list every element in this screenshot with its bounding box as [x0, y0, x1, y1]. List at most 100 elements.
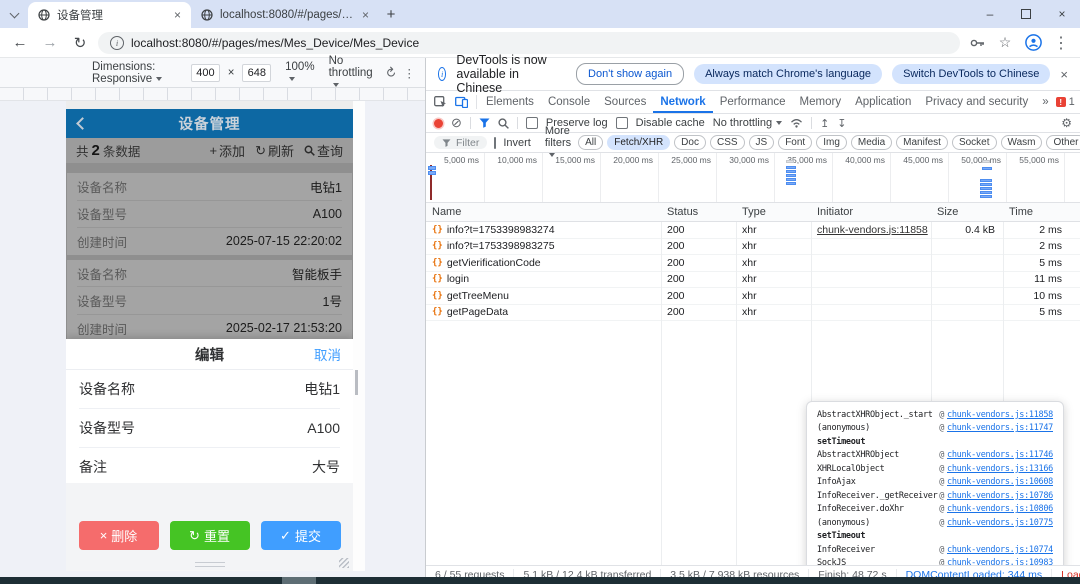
minimize-button[interactable]: –: [972, 0, 1008, 28]
issues-badge[interactable]: !1: [1056, 96, 1075, 108]
column-header-initiator[interactable]: Initiator: [811, 206, 931, 218]
type-pill-fetch-xhr[interactable]: Fetch/XHR: [607, 135, 670, 150]
device-card[interactable]: 设备名称智能板手设备型号1号创建时间2025-02-17 21:53:20: [67, 260, 352, 342]
back-chevron-icon[interactable]: [76, 117, 89, 130]
stack-source-link[interactable]: chunk-vendors.js:10774: [947, 545, 1053, 555]
list-action-plus[interactable]: +添加: [209, 141, 245, 160]
type-pill-media[interactable]: Media: [851, 135, 892, 150]
cancel-button[interactable]: 取消: [314, 344, 341, 364]
type-pill-wasm[interactable]: Wasm: [1001, 135, 1043, 150]
reload-button[interactable]: ↻: [68, 34, 92, 52]
devtools-tab-sources[interactable]: Sources: [597, 91, 653, 113]
column-header-name[interactable]: Name: [426, 206, 661, 218]
form-field[interactable]: 设备名称电钻1: [79, 370, 340, 409]
filter-funnel-icon[interactable]: [479, 118, 490, 128]
devtools-tab-network[interactable]: Network: [653, 91, 712, 113]
back-button[interactable]: ←: [8, 34, 32, 51]
sheet-button-提交[interactable]: ✓提交: [261, 521, 341, 550]
profile-avatar[interactable]: [1022, 34, 1044, 51]
network-throttling-select[interactable]: No throttling: [713, 117, 782, 129]
tab-search-button[interactable]: [0, 0, 28, 28]
devtools-tab-elements[interactable]: Elements: [479, 91, 541, 113]
type-pill-socket[interactable]: Socket: [952, 135, 997, 150]
network-settings-gear-icon[interactable]: ⚙: [1061, 116, 1072, 130]
table-row[interactable]: {}getVierificationCode200xhr5 ms: [426, 255, 1080, 272]
tab-close-icon[interactable]: ×: [360, 8, 371, 22]
banner-close-icon[interactable]: ×: [1060, 67, 1068, 82]
export-har-icon[interactable]: ↧: [837, 117, 846, 130]
form-field[interactable]: 备注大号: [79, 448, 340, 487]
browser-menu-icon[interactable]: ⋮: [1050, 33, 1072, 53]
device-toolbar-menu-icon[interactable]: ⋮: [404, 66, 416, 80]
bookmark-star-icon[interactable]: ☆: [994, 34, 1016, 51]
site-info-icon[interactable]: i: [110, 36, 124, 50]
search-icon[interactable]: [498, 118, 509, 129]
devtools-tab-memory[interactable]: Memory: [793, 91, 849, 113]
table-row[interactable]: {}getTreeMenu200xhr10 ms: [426, 288, 1080, 305]
network-conditions-icon[interactable]: [790, 118, 803, 128]
dont-show-again-button[interactable]: Don't show again: [576, 63, 684, 85]
more-tabs-button[interactable]: »: [1035, 91, 1055, 113]
horizontal-scrollbar-thumb[interactable]: [282, 577, 316, 584]
initiator-link[interactable]: chunk-vendors.js:11858: [817, 224, 928, 236]
filter-input[interactable]: Filter: [434, 136, 487, 149]
stack-source-link[interactable]: chunk-vendors.js:11746: [947, 450, 1053, 460]
stack-source-link[interactable]: chunk-vendors.js:11858: [947, 410, 1053, 420]
type-pill-js[interactable]: JS: [749, 135, 775, 150]
throttling-select[interactable]: No throttling: [329, 55, 377, 91]
stack-source-link[interactable]: chunk-vendors.js:13166: [947, 464, 1053, 474]
stack-source-link[interactable]: chunk-vendors.js:10775: [947, 518, 1053, 528]
list-action-refresh[interactable]: ↻刷新: [255, 141, 294, 160]
column-header-type[interactable]: Type: [736, 206, 811, 218]
sheet-button-重置[interactable]: ↻重置: [170, 521, 250, 550]
type-pill-img[interactable]: Img: [816, 135, 847, 150]
switch-to-chinese-button[interactable]: Switch DevTools to Chinese: [892, 64, 1050, 84]
resize-handle-icon[interactable]: [339, 558, 349, 568]
devtools-tab-application[interactable]: Application: [848, 91, 918, 113]
column-header-size[interactable]: Size: [931, 206, 1003, 218]
clear-button[interactable]: ⊘: [451, 115, 462, 131]
type-pill-all[interactable]: All: [578, 135, 603, 150]
stack-source-link[interactable]: chunk-vendors.js:10786: [947, 491, 1053, 501]
device-toolbar-toggle-icon[interactable]: [455, 96, 468, 108]
match-language-button[interactable]: Always match Chrome's language: [694, 64, 882, 84]
tab-close-icon[interactable]: ×: [172, 8, 183, 22]
restore-button[interactable]: [1008, 0, 1044, 28]
preserve-log-checkbox[interactable]: [526, 117, 538, 129]
stack-source-link[interactable]: chunk-vendors.js:10806: [947, 504, 1053, 514]
type-pill-css[interactable]: CSS: [710, 135, 745, 150]
network-overview-timeline[interactable]: 5,000 ms10,000 ms15,000 ms20,000 ms25,00…: [426, 153, 1080, 203]
password-key-icon[interactable]: [966, 38, 988, 48]
close-window-button[interactable]: ×: [1044, 0, 1080, 28]
column-header-status[interactable]: Status: [661, 206, 736, 218]
inspect-icon[interactable]: [434, 96, 447, 108]
column-header-time[interactable]: Time: [1003, 206, 1080, 218]
list-action-search[interactable]: 查询: [304, 141, 343, 160]
type-pill-manifest[interactable]: Manifest: [896, 135, 948, 150]
type-pill-doc[interactable]: Doc: [674, 135, 706, 150]
table-row[interactable]: {}info?t=1753398983275200xhr2 ms: [426, 239, 1080, 256]
devtools-tab-performance[interactable]: Performance: [713, 91, 793, 113]
dimensions-select[interactable]: Dimensions: Responsive: [92, 61, 183, 85]
type-pill-other[interactable]: Other: [1046, 135, 1080, 150]
form-field[interactable]: 设备型号A100: [79, 409, 340, 448]
zoom-select[interactable]: 100%: [285, 61, 314, 85]
width-input[interactable]: 400: [191, 64, 220, 82]
new-tab-button[interactable]: +: [379, 2, 403, 26]
type-pill-font[interactable]: Font: [778, 135, 812, 150]
height-input[interactable]: 648: [242, 64, 271, 82]
device-card[interactable]: 设备名称电钻1设备型号A100创建时间2025-07-15 22:20:02: [67, 173, 352, 255]
viewport-scrollbar-thumb[interactable]: [355, 370, 358, 395]
sheet-button-删除[interactable]: ×删除: [79, 521, 159, 550]
table-row[interactable]: {}info?t=1753398983274200xhrchunk-vendor…: [426, 222, 1080, 239]
devtools-tab-console[interactable]: Console: [541, 91, 597, 113]
devtools-tab-privacy-and-security[interactable]: Privacy and security: [918, 91, 1035, 113]
stack-source-link[interactable]: chunk-vendors.js:10983: [947, 558, 1053, 565]
disable-cache-checkbox[interactable]: [616, 117, 628, 129]
browser-tab-1[interactable]: localhost:8080/#/pages/men×: [191, 2, 379, 28]
address-bar[interactable]: i localhost:8080/#/pages/mes/Mes_Device/…: [98, 32, 960, 54]
table-row[interactable]: {}login200xhr11 ms: [426, 272, 1080, 289]
table-row[interactable]: {}getPageData200xhr5 ms: [426, 305, 1080, 322]
import-har-icon[interactable]: ↥: [820, 117, 829, 130]
rotate-icon[interactable]: ↻: [381, 63, 400, 82]
